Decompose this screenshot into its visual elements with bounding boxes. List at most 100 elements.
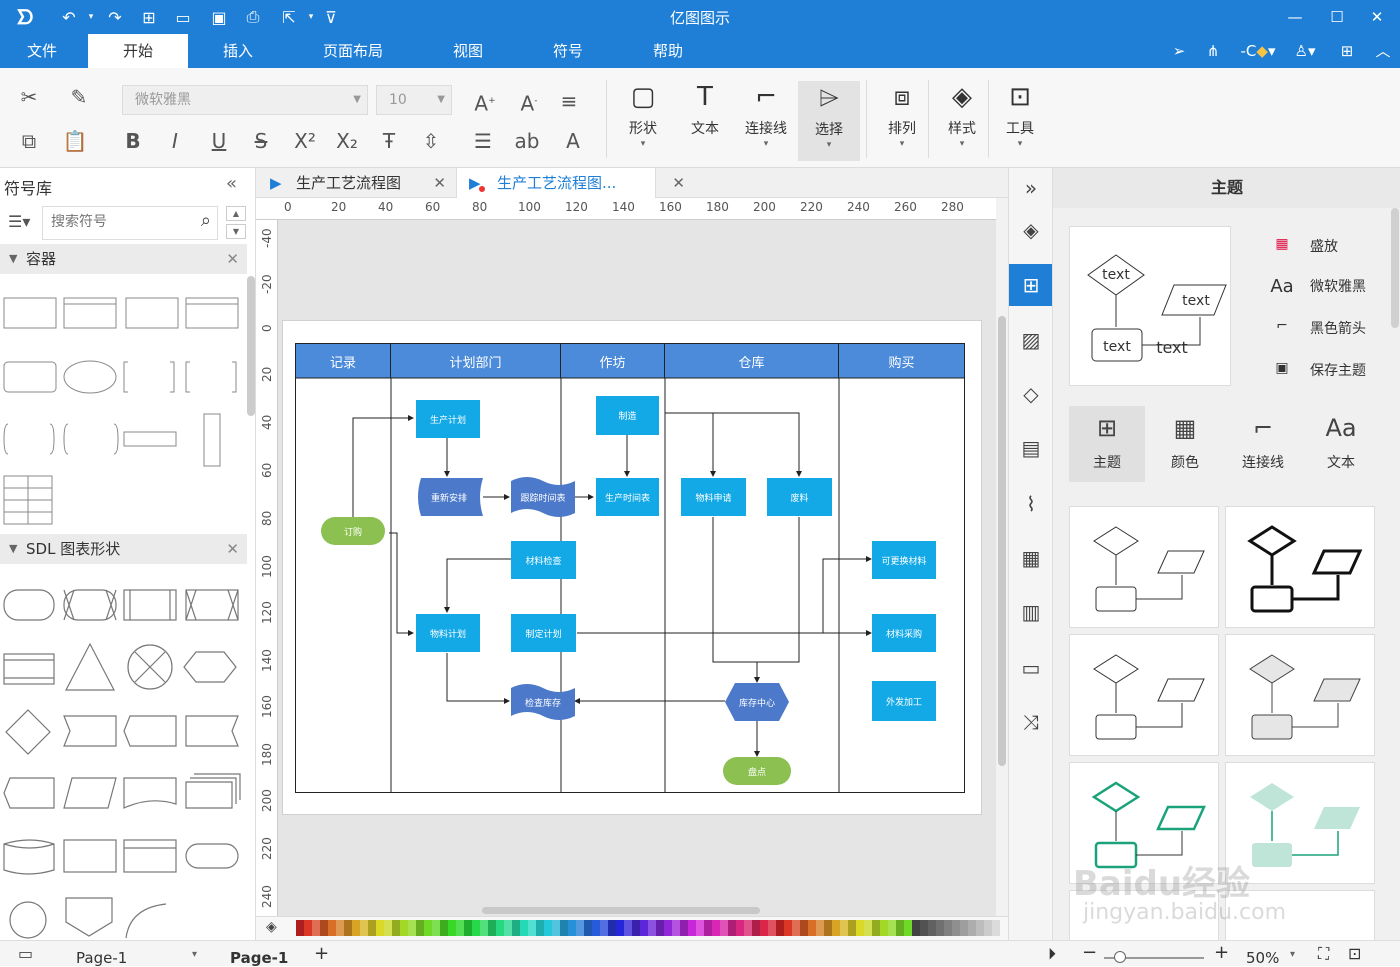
add-page-icon[interactable]: + — [314, 943, 329, 964]
color-swatch[interactable] — [776, 920, 784, 936]
color-swatch[interactable] — [400, 920, 408, 936]
menu-help[interactable]: 帮助 — [640, 34, 696, 68]
tab-doc-1[interactable]: ▶ 生产工艺流程图 ✕ — [266, 168, 456, 198]
skin-icon[interactable]: ♙▾ — [1290, 38, 1320, 64]
color-swatch[interactable] — [968, 920, 976, 936]
color-swatch[interactable] — [744, 920, 752, 936]
color-swatch[interactable] — [824, 920, 832, 936]
color-swatch[interactable] — [608, 920, 616, 936]
material-plan-node[interactable]: 物料计划 — [416, 614, 480, 652]
align-icon[interactable]: ≡ — [556, 88, 582, 114]
arrange-button[interactable]: ⧈ 排列 ▾ — [874, 80, 930, 150]
color-swatch[interactable] — [800, 920, 808, 936]
close-section-icon[interactable]: ✕ — [226, 534, 239, 564]
color-swatch[interactable] — [496, 920, 504, 936]
table-icon[interactable]: ▦ — [1013, 540, 1049, 576]
color-swatch[interactable] — [920, 920, 928, 936]
color-swatch[interactable] — [736, 920, 744, 936]
connector-button[interactable]: ⌐ 连接线 ▾ — [738, 80, 794, 150]
color-swatch[interactable] — [688, 920, 696, 936]
color-swatch[interactable] — [376, 920, 384, 936]
undo-icon[interactable]: ↶ — [58, 6, 80, 28]
menu-home[interactable]: 开始 — [88, 34, 188, 68]
color-swatch[interactable] — [840, 920, 848, 936]
font-family-select[interactable]: 微软雅黑 ▼ — [122, 85, 368, 115]
color-swatch[interactable] — [552, 920, 560, 936]
color-swatch[interactable] — [856, 920, 864, 936]
color-swatch[interactable] — [312, 920, 320, 936]
theme-panel-scrollbar[interactable] — [1391, 208, 1399, 328]
strikethrough-icon[interactable]: S — [248, 128, 274, 154]
color-swatch[interactable] — [760, 920, 768, 936]
customize-icon[interactable]: ⊽ — [320, 6, 342, 28]
collapse-ribbon-icon[interactable]: ︿ — [1368, 38, 1398, 64]
page-icon[interactable]: ▤ — [1013, 430, 1049, 466]
color-swatch[interactable] — [360, 920, 368, 936]
select-button[interactable]: ⌲ 选择 ▾ — [798, 81, 860, 161]
color-swatch[interactable] — [528, 920, 536, 936]
color-swatch[interactable] — [304, 920, 312, 936]
drawing-canvas[interactable]: 记录 计划部门 作坊 仓库 购买 订购 盘点 库存中心 重新安排 跟踪时间表 检… — [278, 220, 996, 916]
library-scrollbar[interactable] — [247, 276, 255, 416]
color-swatch[interactable] — [456, 920, 464, 936]
color-swatch[interactable] — [672, 920, 680, 936]
production-plan-node[interactable]: 生产计划 — [416, 400, 480, 438]
tab-connector[interactable]: ⌐ 连接线 — [1225, 406, 1301, 482]
tab-theme[interactable]: ⊞ 主题 — [1069, 406, 1145, 482]
menu-file[interactable]: 文件 — [12, 34, 72, 68]
material-purchase-node[interactable]: 材料采购 — [872, 614, 936, 652]
scroll-up-icon[interactable]: ▲ — [226, 206, 246, 221]
presentation-icon[interactable]: ▭ — [1013, 650, 1049, 686]
color-swatch[interactable] — [344, 920, 352, 936]
color-swatch[interactable] — [864, 920, 872, 936]
color-swatch[interactable] — [416, 920, 424, 936]
color-swatch[interactable] — [424, 920, 432, 936]
color-swatch[interactable] — [560, 920, 568, 936]
send-icon[interactable]: ➢ — [1164, 38, 1194, 64]
color-swatch[interactable] — [488, 920, 496, 936]
tools-button[interactable]: ⊡ 工具 ▾ — [992, 80, 1048, 150]
horizontal-scrollbar[interactable] — [278, 904, 996, 916]
subscript-icon[interactable]: X₂ — [334, 128, 360, 154]
theme-thumbnail[interactable] — [1069, 506, 1219, 628]
color-swatch[interactable] — [640, 920, 648, 936]
color-swatch[interactable] — [720, 920, 728, 936]
text-button[interactable]: T 文本 — [677, 80, 733, 138]
scroll-thumb[interactable] — [482, 907, 760, 914]
color-swatch[interactable] — [888, 920, 896, 936]
cut-icon[interactable]: ✂ — [16, 84, 42, 110]
color-swatch[interactable] — [472, 920, 480, 936]
apps-icon[interactable]: ⊞ — [1332, 38, 1362, 64]
color-swatch[interactable] — [680, 920, 688, 936]
page-selector[interactable]: Page-1 — [76, 949, 127, 967]
fill-bucket-icon[interactable]: ◈ — [266, 919, 277, 935]
color-swatch[interactable] — [960, 920, 968, 936]
paste-icon[interactable]: 📋 — [62, 128, 88, 154]
color-swatch[interactable] — [464, 920, 472, 936]
color-swatch[interactable] — [336, 920, 344, 936]
theme-thumbnail[interactable] — [1225, 634, 1375, 756]
menu-insert[interactable]: 插入 — [206, 34, 270, 68]
save-icon[interactable]: ▣ — [208, 6, 230, 28]
undo-dropdown-icon[interactable]: ▾ — [80, 6, 102, 28]
scroll-down-icon[interactable]: ▼ — [226, 224, 246, 239]
color-swatch[interactable] — [544, 920, 552, 936]
color-swatch[interactable] — [696, 920, 704, 936]
scroll-thumb[interactable] — [998, 316, 1006, 766]
close-tab-icon[interactable]: ✕ — [672, 168, 685, 198]
color-swatch[interactable] — [704, 920, 712, 936]
color-swatch[interactable] — [480, 920, 488, 936]
color-swatch[interactable] — [896, 920, 904, 936]
shuffle-icon[interactable]: ⤨ — [1013, 704, 1049, 740]
color-swatch[interactable] — [784, 920, 792, 936]
color-swatch[interactable] — [536, 920, 544, 936]
format-painter-icon[interactable]: ✎ — [66, 84, 92, 110]
make-plan-node[interactable]: 制定计划 — [511, 614, 576, 652]
chart-icon[interactable]: ⌇ — [1013, 486, 1049, 522]
app-logo-icon[interactable]: ᗤ — [14, 5, 36, 29]
fit-page-icon[interactable]: ⛶ — [1318, 944, 1329, 964]
production-schedule-node[interactable]: 生产时间表 — [596, 478, 659, 516]
page-view-icon[interactable]: ▭ — [18, 944, 33, 963]
color-swatch[interactable] — [384, 920, 392, 936]
zoom-out-icon[interactable]: − — [1082, 942, 1097, 963]
